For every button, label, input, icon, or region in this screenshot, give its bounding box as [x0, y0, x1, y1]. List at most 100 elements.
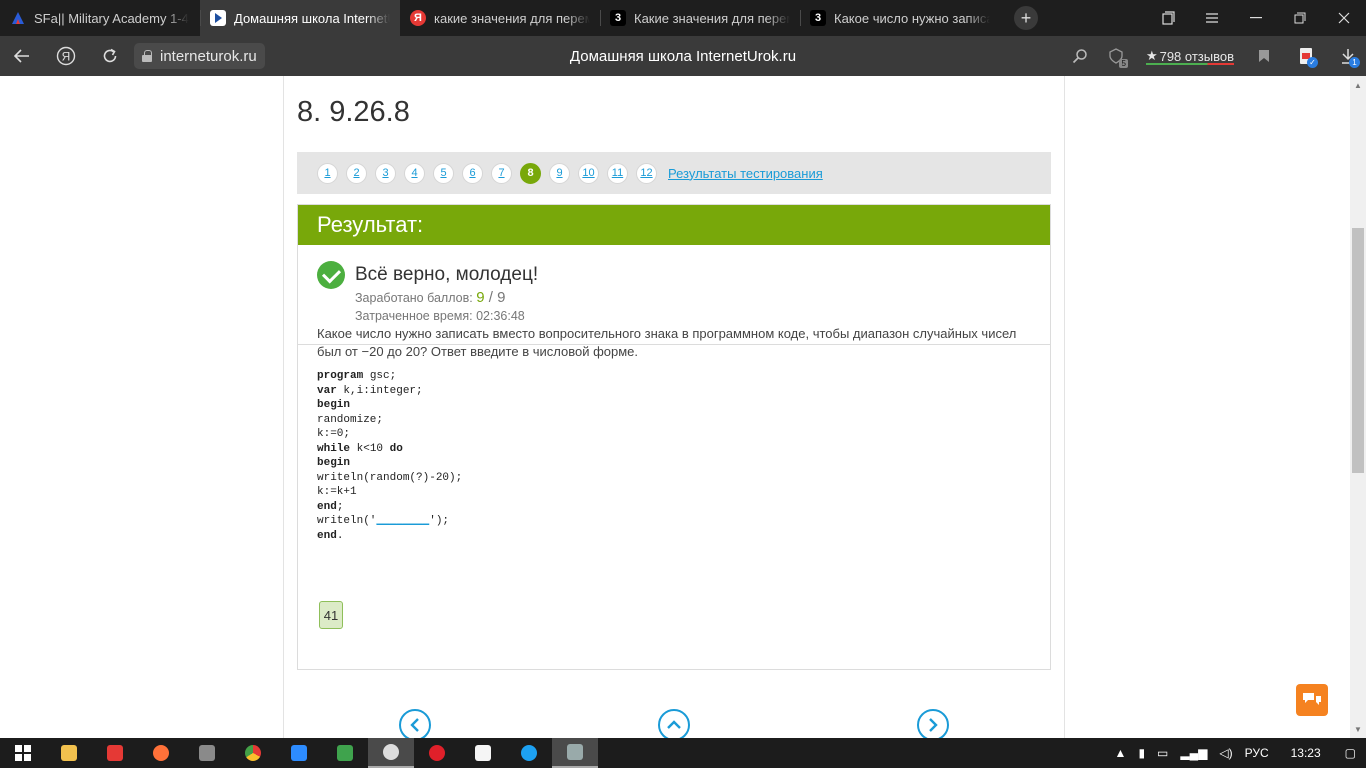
- volume-icon[interactable]: ◁): [1219, 746, 1232, 760]
- calculator-icon[interactable]: [322, 738, 368, 768]
- keyboard-icon[interactable]: ▭: [1157, 746, 1168, 760]
- page-link-1[interactable]: 1: [317, 162, 338, 184]
- computer-icon[interactable]: [184, 738, 230, 768]
- reviews-button[interactable]: ★ 798 отзывов: [1134, 36, 1246, 76]
- scroll-down-arrow-icon[interactable]: ▼: [1350, 722, 1366, 736]
- svg-text:Я: Я: [62, 50, 71, 64]
- code-line: k:=0;: [317, 427, 1029, 442]
- code-text: .: [336, 529, 344, 542]
- language-indicator[interactable]: РУС: [1245, 746, 1269, 760]
- tab-1[interactable]: SFa|| Military Academy 1-4: [0, 0, 200, 36]
- yandex-icon: Я: [410, 10, 426, 26]
- internet-urok-icon: [210, 10, 226, 26]
- page-link-4[interactable]: 4: [404, 162, 425, 184]
- close-button[interactable]: [1322, 0, 1366, 36]
- page-link-8-current[interactable]: 8: [520, 162, 541, 184]
- scroll-up-button[interactable]: [658, 709, 690, 738]
- page-link-6[interactable]: 6: [462, 162, 483, 184]
- test-results-link[interactable]: Результаты тестирования: [668, 166, 823, 181]
- code-keyword: begin: [317, 457, 351, 469]
- scroll-up-arrow-icon[interactable]: ▲: [1350, 78, 1366, 92]
- yandex-taskbar-icon[interactable]: [92, 738, 138, 768]
- code-keyword: begin: [317, 399, 351, 411]
- result-header: Результат:: [298, 205, 1050, 245]
- code-line: while k<10 do: [317, 442, 1029, 457]
- tab-5[interactable]: 3 Какое число нужно записать: [800, 0, 1000, 36]
- page-link-9[interactable]: 9: [549, 162, 570, 184]
- start-button[interactable]: [0, 738, 46, 768]
- app-window-icon[interactable]: [552, 738, 598, 768]
- tab-label: какие значения для переменных: [434, 10, 590, 26]
- url-field[interactable]: interneturok.ru: [134, 43, 265, 69]
- code-text: k<10: [350, 442, 390, 455]
- collections-icon[interactable]: [1146, 0, 1190, 36]
- page-link-3[interactable]: 3: [375, 162, 396, 184]
- yandex-browser-taskbar-icon[interactable]: [368, 738, 414, 768]
- code-text: k,i:integer;: [336, 384, 423, 397]
- notepad-icon[interactable]: [460, 738, 506, 768]
- page-content: 8. 9.26.8 1 2 3 4 5 6 7 8 9 10 11 12 Рез…: [0, 76, 1350, 738]
- zoom-icon[interactable]: [276, 738, 322, 768]
- signal-icon[interactable]: ▂▄▆: [1180, 746, 1207, 760]
- score-separator: /: [484, 289, 498, 306]
- lock-icon: [142, 50, 152, 62]
- restore-button[interactable]: [1278, 0, 1322, 36]
- clock[interactable]: 13:23: [1291, 746, 1321, 760]
- page-link-12[interactable]: 12: [636, 162, 657, 184]
- check-circle-icon: [317, 261, 345, 289]
- question-title: 8. 9.26.8: [297, 96, 410, 128]
- prev-question-button[interactable]: [399, 709, 431, 738]
- code-keyword: end: [317, 500, 337, 513]
- code-line: program gsc;: [317, 369, 1029, 384]
- network-icon[interactable]: ▮: [1138, 746, 1145, 760]
- time-value: 02:36:48: [476, 309, 525, 323]
- notifications-icon[interactable]: ▢: [1345, 746, 1356, 760]
- chat-button[interactable]: [1296, 684, 1328, 716]
- code-listing: program gsc; var k,i:integer; begin randomi…: [317, 369, 1029, 543]
- question-text: Какое число нужно записать вместо вопрос…: [317, 326, 1017, 359]
- code-line: begin: [317, 398, 1029, 413]
- code-blank: ________: [376, 515, 430, 527]
- question-pager: 1 2 3 4 5 6 7 8 9 10 11 12 Результаты те…: [297, 152, 1051, 194]
- tray-expand-icon[interactable]: ▲: [1115, 746, 1127, 760]
- yandex-home-icon[interactable]: Я: [44, 36, 88, 76]
- tab-4[interactable]: 3 Какие значения для переменных: [600, 0, 800, 36]
- new-tab-button[interactable]: +: [1014, 6, 1038, 30]
- code-line: end.: [317, 529, 1029, 544]
- tab-strip: SFa|| Military Academy 1-4 Домашняя школ…: [0, 0, 1366, 36]
- protect-icon[interactable]: 5: [1098, 36, 1134, 76]
- firefox-icon[interactable]: [138, 738, 184, 768]
- tab-2[interactable]: Домашняя школа InternetUrok.ru: [200, 0, 400, 36]
- back-arrow-icon[interactable]: [0, 36, 44, 76]
- reviews-count: 798 отзывов: [1159, 48, 1234, 64]
- page-link-11[interactable]: 11: [607, 162, 628, 184]
- code-text: k:=k+1: [317, 486, 357, 498]
- opera-icon[interactable]: [414, 738, 460, 768]
- tab-label: Домашняя школа InternetUrok.ru: [234, 10, 390, 26]
- tab-3[interactable]: Я какие значения для переменных: [400, 0, 600, 36]
- download-icon[interactable]: 1: [1330, 36, 1366, 76]
- page-link-7[interactable]: 7: [491, 162, 512, 184]
- next-question-button[interactable]: [917, 709, 949, 738]
- code-text: ');: [429, 515, 450, 527]
- page-link-5[interactable]: 5: [433, 162, 454, 184]
- tab-label: Какое число нужно записать: [834, 10, 990, 26]
- minimize-button[interactable]: [1234, 0, 1278, 36]
- code-keyword: program: [317, 370, 364, 382]
- score-line: Заработано баллов: 9 / 9: [355, 289, 505, 306]
- file-explorer-icon[interactable]: [46, 738, 92, 768]
- reload-icon[interactable]: [88, 36, 132, 76]
- bookmark-icon[interactable]: [1246, 36, 1282, 76]
- search-icon[interactable]: [1062, 36, 1098, 76]
- answer-box: 41: [319, 601, 343, 629]
- page-link-2[interactable]: 2: [346, 162, 367, 184]
- code-keyword: var: [317, 384, 337, 397]
- chrome-icon[interactable]: [230, 738, 276, 768]
- tab-label: Какие значения для переменных: [634, 10, 790, 26]
- code-line: k:=k+1: [317, 485, 1029, 500]
- scrollbar-thumb[interactable]: [1352, 228, 1364, 473]
- pdf-extension-icon[interactable]: ✓: [1282, 36, 1330, 76]
- page-link-10[interactable]: 10: [578, 162, 599, 184]
- menu-icon[interactable]: [1190, 0, 1234, 36]
- edge-icon[interactable]: [506, 738, 552, 768]
